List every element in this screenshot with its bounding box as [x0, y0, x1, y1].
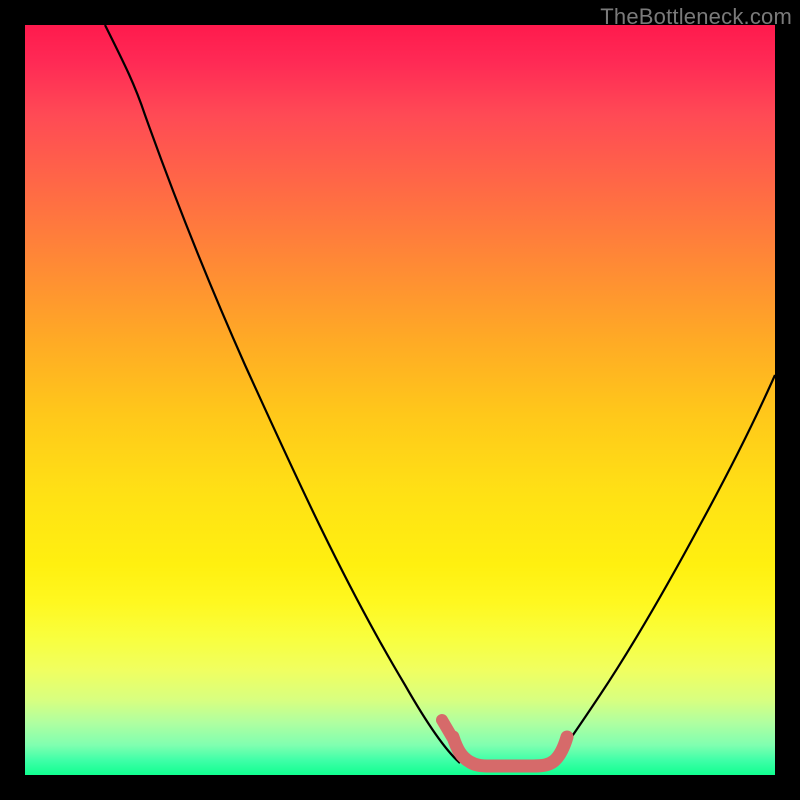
right-curve-path — [553, 375, 775, 763]
left-curve-path — [105, 25, 460, 763]
chart-container: TheBottleneck.com — [0, 0, 800, 800]
marker-left-tick — [442, 720, 452, 737]
marker-segment-path — [453, 737, 567, 766]
plot-area — [25, 25, 775, 775]
chart-svg — [25, 25, 775, 775]
